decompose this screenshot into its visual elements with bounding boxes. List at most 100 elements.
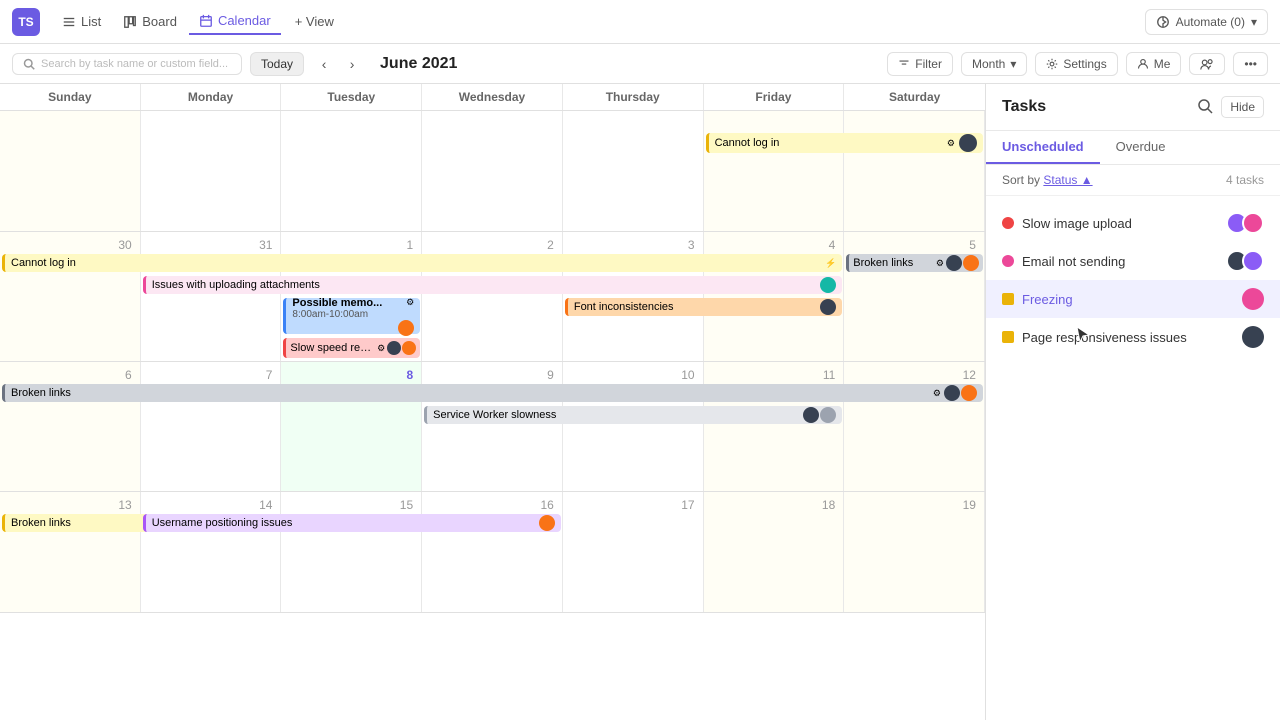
nav-calendar[interactable]: Calendar [189, 8, 281, 35]
header-wednesday: Wednesday [422, 84, 563, 110]
avatar [1242, 326, 1264, 348]
header-monday: Monday [141, 84, 282, 110]
hide-button[interactable]: Hide [1221, 96, 1264, 118]
span-event-broken-links-w3[interactable]: Broken links ⚙ [0, 384, 985, 404]
settings-button[interactable]: Settings [1035, 52, 1117, 76]
cal-cell[interactable]: 19 [844, 492, 985, 612]
search-box[interactable]: Search by task name or custom field... [12, 53, 242, 75]
avatar [398, 320, 414, 336]
status-dot [1002, 217, 1014, 229]
month-button[interactable]: Month ▾ [961, 52, 1027, 76]
prev-month-button[interactable]: ‹ [312, 52, 336, 76]
cal-cell[interactable]: 3 [563, 232, 704, 361]
next-month-button[interactable]: › [340, 52, 364, 76]
span-event-username-issues[interactable]: Username positioning issues [141, 514, 563, 534]
today-button[interactable]: Today [250, 52, 304, 76]
cal-cell[interactable]: 30 [0, 232, 141, 361]
task-item[interactable]: Slow image upload [986, 204, 1280, 242]
cal-week: Cannot log in ⚙ [0, 111, 985, 232]
header-tuesday: Tuesday [281, 84, 422, 110]
avatar [944, 385, 960, 401]
cal-cell[interactable]: 31 [141, 232, 282, 361]
avatar [820, 299, 836, 315]
span-event-slow-speed[interactable]: Slow speed repo... ⚙ [281, 338, 422, 360]
cal-cell[interactable]: 13 [0, 492, 141, 612]
task-avatars [1242, 326, 1264, 348]
cal-cell[interactable]: 12 [844, 362, 985, 491]
chevron-down-icon: ▾ [1010, 57, 1016, 71]
cal-cell[interactable]: 4 [704, 232, 845, 361]
avatar [1242, 288, 1264, 310]
nav-list[interactable]: List [52, 9, 111, 34]
search-tasks-icon[interactable] [1197, 98, 1213, 117]
cal-cell[interactable]: 15 [281, 492, 422, 612]
span-event-broken-links-w2[interactable]: Broken links ⚙ [844, 254, 985, 274]
people-button[interactable] [1189, 53, 1225, 75]
search-icon [23, 58, 35, 70]
cal-cell[interactable] [844, 111, 985, 231]
filter-button[interactable]: Filter [887, 52, 953, 76]
header-sunday: Sunday [0, 84, 141, 110]
topbar-right: Automate (0) ▾ [1145, 9, 1268, 35]
task-item[interactable]: Page responsiveness issues [986, 318, 1280, 356]
span-event-service-worker[interactable]: Service Worker slowness [422, 406, 844, 426]
task-item[interactable]: Email not sending [986, 242, 1280, 280]
automate-icon [1156, 15, 1170, 29]
add-view-btn[interactable]: + View [285, 9, 344, 34]
cal-grid: Cannot log in ⚙ 30 31 1 2 3 4 5 Cann [0, 111, 985, 720]
board-icon [123, 15, 137, 29]
cal-cell[interactable]: 10 [563, 362, 704, 491]
side-panel-actions: Hide [1197, 96, 1264, 118]
header-friday: Friday [704, 84, 845, 110]
task-item[interactable]: Freezing [986, 280, 1280, 318]
cal-cell[interactable] [141, 111, 282, 231]
more-button[interactable]: ••• [1233, 52, 1268, 76]
app-logo[interactable]: TS [12, 8, 40, 36]
cal-cell[interactable]: 11 [704, 362, 845, 491]
cal-cell[interactable]: 14 [141, 492, 282, 612]
filter-icon [898, 58, 910, 70]
automate-button[interactable]: Automate (0) ▾ [1145, 9, 1268, 35]
user-icon [1137, 58, 1149, 70]
cal-toolbar-right: Filter Month ▾ Settings Me ••• [887, 52, 1268, 76]
span-event-cannot-login[interactable]: Cannot log in ⚙ [704, 133, 985, 155]
cal-cell[interactable]: 17 [563, 492, 704, 612]
cal-cell[interactable]: 7 [141, 362, 282, 491]
cal-cell[interactable]: 8 [281, 362, 422, 491]
cal-cell[interactable]: 18 [704, 492, 845, 612]
avatar [1242, 212, 1264, 234]
me-button[interactable]: Me [1126, 52, 1182, 76]
cal-cell[interactable] [281, 111, 422, 231]
calendar-icon [199, 14, 213, 28]
tab-overdue[interactable]: Overdue [1100, 131, 1182, 164]
tab-unscheduled[interactable]: Unscheduled [986, 131, 1100, 164]
cal-cell[interactable]: 2 [422, 232, 563, 361]
span-event-cannot-login-row2[interactable]: Cannot log in ⚡ [0, 254, 844, 274]
nav-board[interactable]: Board [113, 9, 187, 34]
cal-cell[interactable]: 5 [844, 232, 985, 361]
avatar [963, 255, 979, 271]
span-event-issues-upload[interactable]: Issues with uploading attachments [141, 276, 845, 296]
cal-cell[interactable]: 16 [422, 492, 563, 612]
avatar [820, 407, 836, 423]
span-event-possible-memory[interactable]: Possible memo... ⚙ 8:00am-10:00am [281, 298, 422, 336]
gear-icon [1046, 58, 1058, 70]
month-title: June 2021 [380, 55, 457, 73]
cal-cell[interactable] [0, 111, 141, 231]
span-event-font-inconsistencies[interactable]: Font inconsistencies [563, 298, 844, 318]
task-name: Slow image upload [1022, 216, 1218, 231]
cal-cell[interactable]: 6 [0, 362, 141, 491]
cal-cell[interactable] [422, 111, 563, 231]
side-panel-tabs: Unscheduled Overdue [986, 131, 1280, 165]
cal-cell[interactable] [704, 111, 845, 231]
day-headers: Sunday Monday Tuesday Wednesday Thursday… [0, 84, 985, 111]
cal-cell[interactable]: 9 [422, 362, 563, 491]
task-avatars [1226, 212, 1264, 234]
cal-week: 6 7 8 9 10 11 12 Broken links ⚙ [0, 362, 985, 492]
cal-cell[interactable] [563, 111, 704, 231]
nav-arrows: ‹ › [312, 52, 364, 76]
calendar-toolbar: Search by task name or custom field... T… [0, 44, 1280, 84]
topbar: TS List Board Calendar + View Automate (… [0, 0, 1280, 44]
avatar [803, 407, 819, 423]
sort-field-link[interactable]: Status ▲ [1043, 173, 1092, 187]
